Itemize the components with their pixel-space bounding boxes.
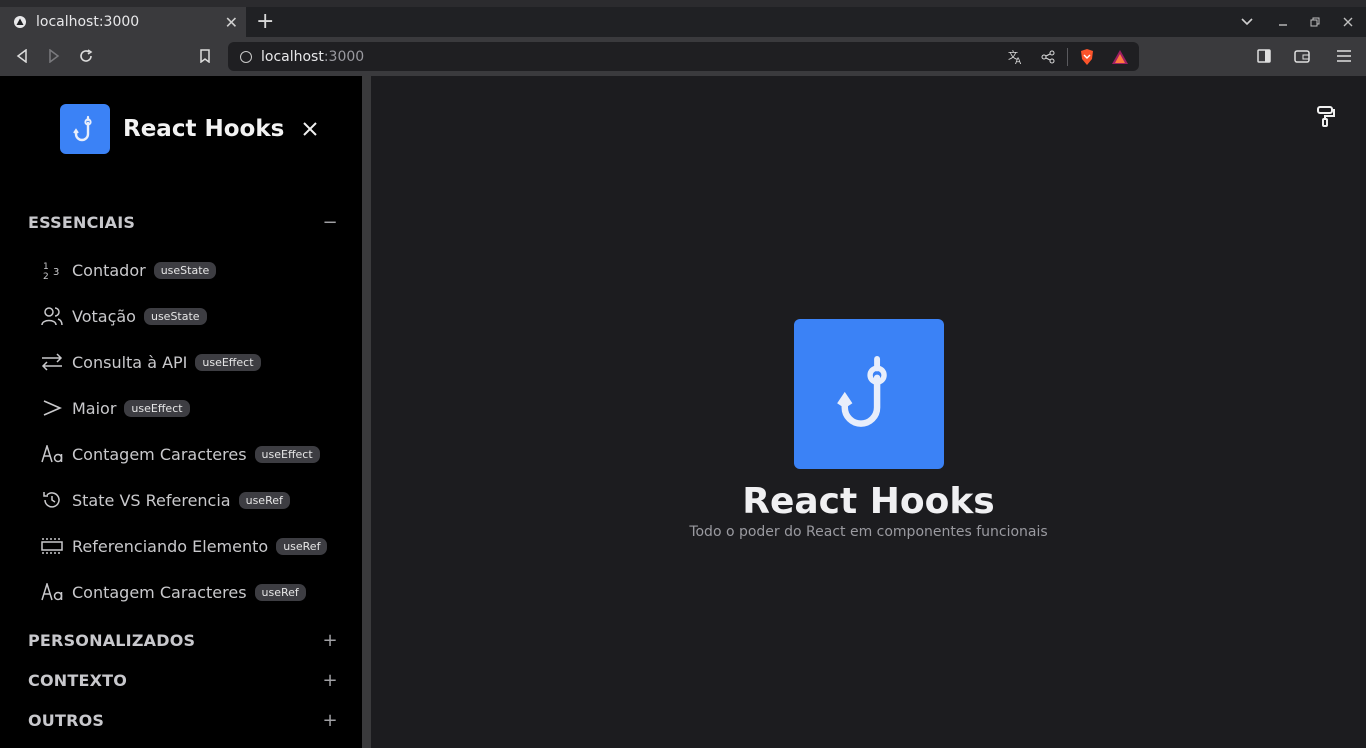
greater-than-icon xyxy=(40,396,64,420)
sidebar-item-maior[interactable]: Maior useEffect xyxy=(40,395,190,421)
expand-icon[interactable]: + xyxy=(322,710,338,731)
history-icon xyxy=(40,488,64,512)
share-icon[interactable] xyxy=(1039,48,1057,66)
sidebar-item-contador[interactable]: 123 Contador useState xyxy=(40,257,217,283)
sidebar-item-label: Contador xyxy=(72,260,146,280)
section-label: PERSONALIZADOS xyxy=(28,630,196,650)
expand-icon[interactable]: + xyxy=(322,630,338,651)
hook-badge: useRef xyxy=(254,583,306,601)
section-essenciais[interactable]: ESSENCIAIS − xyxy=(28,210,338,234)
tab-bar: localhost:3000 ✕ + xyxy=(0,7,1366,37)
main-content: React Hooks Todo o poder do React em com… xyxy=(371,76,1366,748)
window-close-icon[interactable] xyxy=(1339,13,1357,31)
hook-badge: useEffect xyxy=(124,399,190,417)
browser-toolbar: localhost:3000 文A xyxy=(0,37,1366,76)
close-sidebar-icon[interactable] xyxy=(300,119,320,139)
hook-badge: useEffect xyxy=(254,445,320,463)
collapse-icon[interactable]: − xyxy=(322,212,338,233)
site-info-icon[interactable] xyxy=(240,50,252,63)
arrows-icon xyxy=(40,350,64,374)
brave-rewards-icon[interactable] xyxy=(1111,48,1129,66)
url-separator xyxy=(1067,48,1068,66)
svg-text:2: 2 xyxy=(43,272,49,280)
svg-text:3: 3 xyxy=(53,267,59,278)
users-icon xyxy=(40,304,64,328)
sidebar-item-votacao[interactable]: Votação useState xyxy=(40,303,207,329)
url-host: localhost xyxy=(261,48,324,65)
sidebar-resize-handle[interactable] xyxy=(362,76,371,748)
hero: React Hooks Todo o poder do React em com… xyxy=(371,319,1366,540)
back-icon[interactable] xyxy=(12,46,32,66)
hook-badge: useState xyxy=(153,261,217,279)
browser-tab[interactable]: localhost:3000 ✕ xyxy=(0,7,246,37)
tab-close-icon[interactable]: ✕ xyxy=(225,13,238,32)
sidebar-item-label: Contagem Caracteres xyxy=(72,582,247,602)
sidebar-brand: React Hooks xyxy=(60,104,320,154)
section-label: CONTEXTO xyxy=(28,670,128,690)
sidebar-item-label: Maior xyxy=(72,398,117,418)
paint-roller-icon[interactable] xyxy=(1314,104,1338,128)
sidebar-item-label: Contagem Caracteres xyxy=(72,444,247,464)
hook-badge: useRef xyxy=(238,491,290,509)
new-tab-button[interactable]: + xyxy=(256,9,274,34)
section-personalizados[interactable]: PERSONALIZADOS + xyxy=(28,628,338,652)
forward-icon[interactable] xyxy=(44,46,64,66)
sidebar-item-label: Consulta à API xyxy=(72,352,188,372)
svg-text:1: 1 xyxy=(43,262,49,272)
bookmark-icon[interactable] xyxy=(195,46,215,66)
sidebar-item-contagem-caracteres-ref[interactable]: Contagem Caracteres useRef xyxy=(40,579,306,605)
numbers-icon: 123 xyxy=(40,258,64,282)
frame-icon xyxy=(40,534,64,558)
menu-icon[interactable] xyxy=(1335,47,1353,65)
sidebar-toggle-icon[interactable] xyxy=(1255,47,1273,65)
wallet-icon[interactable] xyxy=(1293,47,1311,65)
letter-case-icon xyxy=(40,442,64,466)
url-text: localhost:3000 xyxy=(261,49,364,65)
tab-title: localhost:3000 xyxy=(36,14,140,30)
sidebar-item-consulta-api[interactable]: Consulta à API useEffect xyxy=(40,349,261,375)
svg-text:A: A xyxy=(1015,57,1022,65)
hook-badge: useRef xyxy=(276,537,328,555)
window-top-strip xyxy=(0,0,1366,7)
minimize-icon[interactable] xyxy=(1274,13,1292,31)
letter-case-icon xyxy=(40,580,64,604)
sidebar-brand-title: React Hooks xyxy=(123,116,285,142)
translate-icon[interactable]: 文A xyxy=(1007,48,1025,66)
sidebar-item-label: Referenciando Elemento xyxy=(72,536,269,556)
brave-shields-icon[interactable] xyxy=(1078,48,1096,66)
page-subtitle: Todo o poder do React em componentes fun… xyxy=(689,524,1048,540)
hook-badge: useState xyxy=(143,307,207,325)
section-label: OUTROS xyxy=(28,710,105,730)
tab-list-chevron-icon[interactable] xyxy=(1238,13,1256,31)
url-port: :3000 xyxy=(323,48,365,65)
section-label: ESSENCIAIS xyxy=(28,212,136,232)
sidebar-item-label: State VS Referencia xyxy=(72,490,231,510)
section-contexto[interactable]: CONTEXTO + xyxy=(28,668,338,692)
page-title: React Hooks xyxy=(742,481,995,522)
sidebar-item-referenciando-elemento[interactable]: Referenciando Elemento useRef xyxy=(40,533,328,559)
sidebar-item-state-vs-referencia[interactable]: State VS Referencia useRef xyxy=(40,487,290,513)
hook-logo-icon xyxy=(793,319,944,469)
hook-logo-icon xyxy=(60,104,110,154)
restore-icon[interactable] xyxy=(1306,13,1324,31)
favicon-icon xyxy=(14,16,26,28)
sidebar-item-contagem-caracteres[interactable]: Contagem Caracteres useEffect xyxy=(40,441,320,467)
expand-icon[interactable]: + xyxy=(322,670,338,691)
reload-icon[interactable] xyxy=(76,46,96,66)
sidebar-item-label: Votação xyxy=(72,306,136,326)
sidebar: React Hooks ESSENCIAIS − 123 Contador us… xyxy=(0,76,362,748)
section-outros[interactable]: OUTROS + xyxy=(28,708,338,732)
address-bar[interactable]: localhost:3000 文A xyxy=(228,42,1139,71)
hook-badge: useEffect xyxy=(195,353,261,371)
